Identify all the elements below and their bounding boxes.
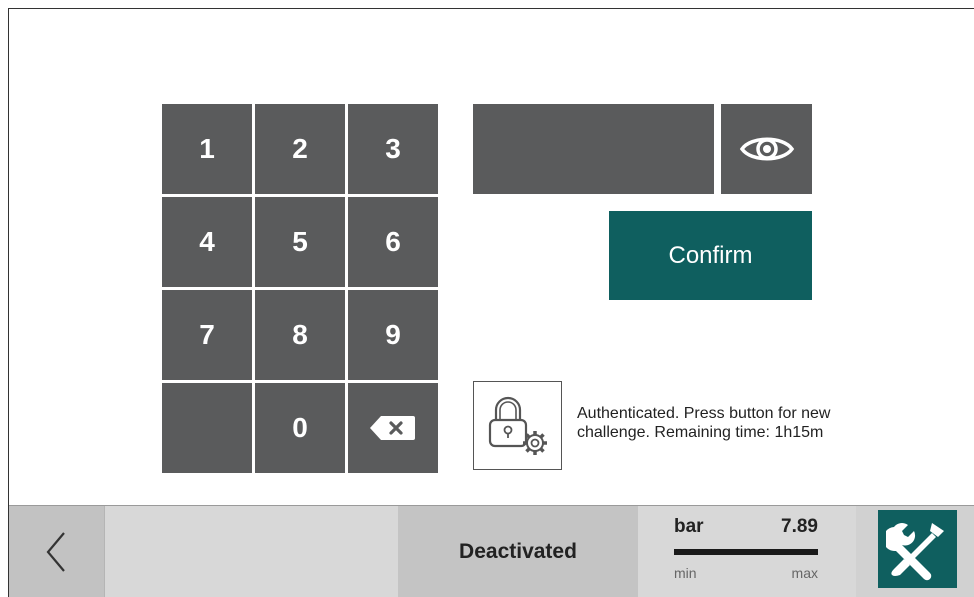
new-challenge-button[interactable] [473,381,562,470]
wrench-screwdriver-icon [885,523,944,581]
tools-button[interactable] [878,510,957,588]
key-1[interactable]: 1 [162,104,252,194]
gauge-min-label: min [674,565,697,581]
key-2[interactable]: 2 [255,104,345,194]
key-8[interactable]: 8 [255,290,345,380]
lock-gear-icon [488,396,547,455]
gauge-bar [674,549,818,555]
backspace-button[interactable] [348,383,438,473]
key-0[interactable]: 0 [255,383,345,473]
status-indicator: Deactivated [398,506,638,597]
bottom-bar-spacer [104,506,399,597]
key-9[interactable]: 9 [348,290,438,380]
gauge-max-label: max [791,565,818,581]
key-7[interactable]: 7 [162,290,252,380]
auth-status-text: Authenticated. Press button for new chal… [577,405,831,441]
confirm-button[interactable]: Confirm [609,211,812,300]
key-5[interactable]: 5 [255,197,345,287]
gauge-value: 7.89 [781,516,818,537]
gauge-fill [674,549,818,555]
backspace-icon [370,416,415,440]
gauge-unit: bar [674,516,704,537]
key-4[interactable]: 4 [162,197,252,287]
numeric-keypad: 1 2 3 4 5 6 7 8 9 0 [162,104,438,473]
chevron-left-icon [46,531,65,572]
key-6[interactable]: 6 [348,197,438,287]
key-3[interactable]: 3 [348,104,438,194]
pressure-gauge: bar 7.89 min max [638,506,856,597]
eye-icon [739,137,794,161]
back-button[interactable] [9,506,104,597]
key-blank [162,383,252,473]
show-password-button[interactable] [721,104,812,194]
password-field[interactable] [473,104,714,194]
